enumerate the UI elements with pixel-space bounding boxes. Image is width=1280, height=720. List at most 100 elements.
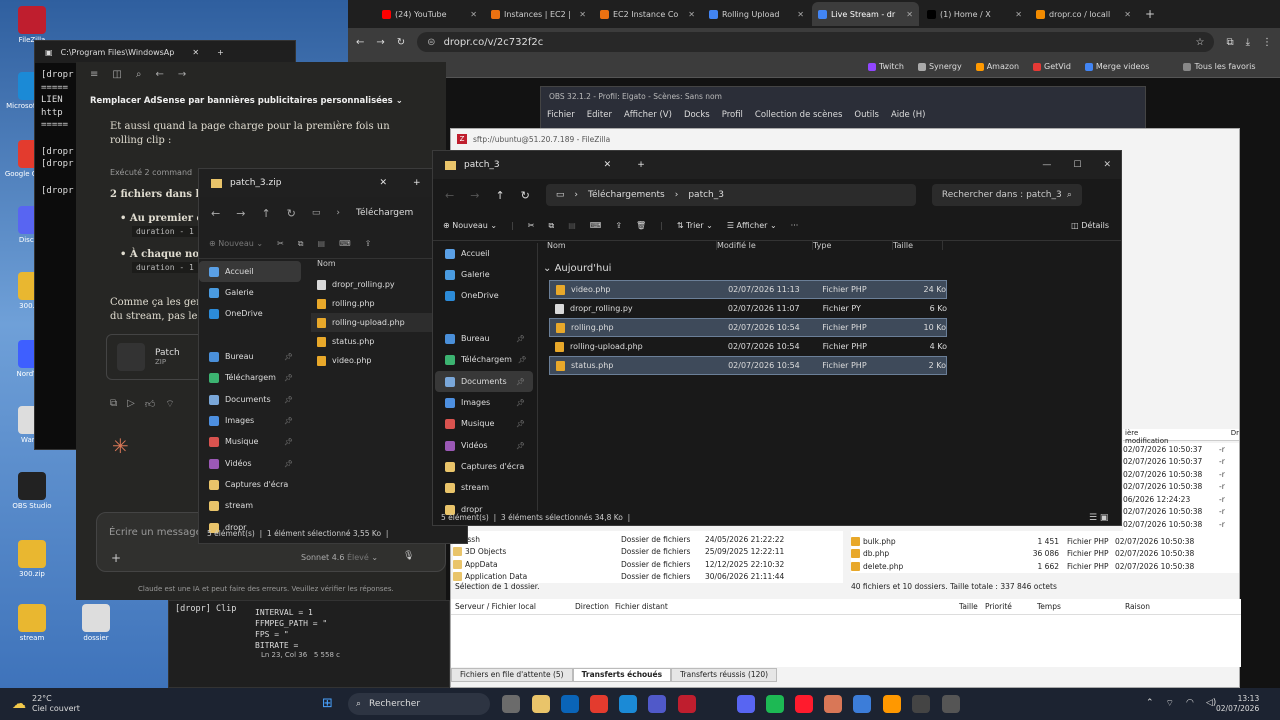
cut-icon[interactable]: ✂ xyxy=(528,221,535,230)
sidebar-item[interactable]: Vidéos 📌︎ xyxy=(199,453,301,474)
sort-button[interactable]: ⇅ Trier ⌄ xyxy=(677,221,713,230)
file-row[interactable]: rolling.php 02/07/2026 10:54 Fichier PHP 10… xyxy=(549,318,947,337)
remote-row[interactable]: 02/07/2026 10:50:37 -r xyxy=(1123,443,1239,456)
obs-menu-item[interactable]: Profil xyxy=(722,110,743,120)
close-icon[interactable]: ✕ xyxy=(192,48,199,57)
queue-column-header[interactable]: Temps xyxy=(1037,602,1061,611)
breadcrumb[interactable]: ▭ › Téléchargements › patch_3 xyxy=(545,184,916,206)
download-icon[interactable]: ⤓ xyxy=(1246,37,1250,48)
sidebar-item[interactable]: Galerie xyxy=(199,282,301,303)
sidebar-item[interactable]: Images 📌︎ xyxy=(199,410,301,431)
bookmark-item[interactable]: Twitch xyxy=(868,62,904,71)
copy-icon[interactable]: ⧉ xyxy=(298,239,304,249)
file-row[interactable]: video.php 02/07/2026 11:13 Fichier PHP 24 K… xyxy=(549,280,947,299)
menu-icon[interactable]: ≡ xyxy=(90,69,98,80)
message-input[interactable]: Écrire un message xyxy=(109,527,202,538)
crumb-downloads[interactable]: Téléchargements xyxy=(588,190,665,200)
chevron-up-icon[interactable]: ⌃ xyxy=(1146,698,1154,709)
obs-menu-item[interactable]: Afficher (V) xyxy=(624,110,672,120)
forward-icon[interactable]: → xyxy=(376,37,384,48)
discord-icon[interactable] xyxy=(737,695,755,713)
queue-column-header[interactable]: Serveur / Fichier local xyxy=(455,602,536,611)
desktop-icon[interactable]: dossier xyxy=(66,604,126,642)
back-icon[interactable]: ← xyxy=(155,69,163,80)
back-icon[interactable]: ← xyxy=(445,189,454,202)
new-tab-icon[interactable]: + xyxy=(413,178,421,188)
bookmark-item[interactable]: Tous les favoris xyxy=(1183,62,1256,71)
copy-icon[interactable]: ⧉ xyxy=(548,221,554,231)
weather-widget[interactable]: ☁ 22°C Ciel couvert xyxy=(12,694,80,714)
more-icon[interactable]: ··· xyxy=(791,221,799,230)
spotify-icon[interactable] xyxy=(766,695,784,713)
obs-menu-item[interactable]: Outils xyxy=(854,110,879,120)
exec-note[interactable]: Exécuté 2 command xyxy=(110,168,192,177)
desktop-icon[interactable]: stream xyxy=(2,604,62,642)
zip-breadcrumb[interactable]: Téléchargem xyxy=(356,208,413,218)
up-icon[interactable]: ↑ xyxy=(495,189,504,202)
bookmark-item[interactable]: Synergy xyxy=(917,62,962,71)
queue-column-header[interactable]: Priorité xyxy=(985,602,1012,611)
forward-icon[interactable]: → xyxy=(178,69,186,80)
zip-col-name[interactable]: Nom xyxy=(317,259,336,268)
remote-row[interactable]: 02/07/2026 10:50:37 -r xyxy=(1123,456,1239,469)
extensions-icon[interactable]: ⧉ xyxy=(1226,37,1233,48)
thumbs-down-icon[interactable]: ⌔ xyxy=(165,398,174,411)
copy-icon[interactable]: ⧉ xyxy=(110,398,117,411)
model-selector[interactable]: Sonnet 4.6 Élevé ⌄ xyxy=(301,553,378,562)
refresh-icon[interactable]: ↻ xyxy=(287,207,296,220)
sidebar-item[interactable]: Captures d'écra xyxy=(435,456,533,477)
conversation-title[interactable]: Remplacer AdSense par bannières publicit… xyxy=(76,86,446,106)
sidebar-item[interactable]: Accueil xyxy=(199,261,301,282)
filezilla-icon[interactable] xyxy=(678,695,696,713)
new-button[interactable]: ⊕ Nouveau ⌄ xyxy=(443,221,497,230)
queue-tab[interactable]: Fichiers en file d'attente (5) xyxy=(451,668,573,682)
share-icon[interactable]: ⇪ xyxy=(615,221,622,230)
obs-menu-item[interactable]: Fichier xyxy=(547,110,575,120)
browser-tab[interactable]: Instances | EC2 | ✕ xyxy=(485,2,592,26)
queue-column-header[interactable]: Taille xyxy=(959,602,978,611)
close-tab-icon[interactable]: ✕ xyxy=(1124,10,1131,19)
retry-icon[interactable]: ▷ xyxy=(127,398,135,411)
browser-tab[interactable]: (24) YouTube ✕ xyxy=(376,2,483,26)
queue-column-header[interactable]: Fichier distant xyxy=(615,602,668,611)
paste-icon[interactable]: ▤ xyxy=(318,239,326,248)
sidebar-item[interactable]: stream xyxy=(199,495,301,516)
queue-tab[interactable]: Transferts échoués xyxy=(572,668,672,682)
remote-row[interactable]: 02/07/2026 10:50:38 -r xyxy=(1123,468,1239,481)
explorer-tab-title[interactable]: patch_3 xyxy=(464,160,500,170)
close-icon[interactable]: ✕ xyxy=(1103,160,1111,170)
local-file-row[interactable]: 3D Objects Dossier de fichiers 25/09/2025 … xyxy=(453,546,843,559)
chrome-icon[interactable] xyxy=(590,695,608,713)
search-box[interactable]: Rechercher dans : patch_3 ⌕ xyxy=(931,184,1082,206)
browser-tab[interactable]: Rolling Upload ✕ xyxy=(703,2,810,26)
close-tab-icon[interactable]: ✕ xyxy=(470,10,477,19)
obs-menu-item[interactable]: Collection de scènes xyxy=(755,110,842,120)
opera-icon[interactable] xyxy=(795,695,813,713)
new-button[interactable]: ⊕ Nouveau ⌄ xyxy=(209,239,263,248)
queue-column-header[interactable]: Raison xyxy=(1125,602,1150,611)
delete-icon[interactable]: 🗑︎ xyxy=(636,221,646,230)
close-icon[interactable]: ✕ xyxy=(379,178,387,188)
browser-tab[interactable]: (1) Home / X ✕ xyxy=(921,2,1028,26)
forward-icon[interactable]: → xyxy=(236,207,245,220)
new-tab-icon[interactable]: + xyxy=(217,48,224,57)
local-file-row[interactable]: AppData Dossier de fichiers 12/12/2025 22:… xyxy=(453,558,843,571)
sidebar-icon[interactable]: ◫ xyxy=(112,69,121,80)
sidebar-item[interactable]: Téléchargem 📌︎ xyxy=(199,367,301,388)
column-header[interactable]: Modifié le xyxy=(717,241,813,250)
remote-row[interactable]: 02/07/2026 10:50:38 -r xyxy=(1123,506,1239,519)
remote-row[interactable]: 06/2026 12:24:23 -r xyxy=(1123,493,1239,506)
remote-file-row[interactable]: bulk.php 1 451 Fichier PHP 02/07/2026 10:50… xyxy=(851,535,1239,548)
edge-icon[interactable] xyxy=(619,695,637,713)
remote-file-row[interactable]: db.php 36 086 Fichier PHP 02/07/2026 10:50:… xyxy=(851,548,1239,561)
maximize-icon[interactable]: ☐ xyxy=(1073,160,1081,170)
bookmark-item[interactable]: Merge videos xyxy=(1084,62,1149,71)
cut-icon[interactable]: ✂ xyxy=(277,239,284,248)
start-icon[interactable]: ⊞ xyxy=(322,696,333,711)
browser-tab[interactable]: dropr.co / locall ✕ xyxy=(1030,2,1137,26)
view-button[interactable]: ☰ Afficher ⌄ xyxy=(727,221,777,230)
back-icon[interactable]: ← xyxy=(356,37,364,48)
desktop-icon[interactable]: FileZilla xyxy=(2,6,62,44)
thumbs-up-icon[interactable]: 👍︎ xyxy=(145,398,155,411)
up-icon[interactable]: ↑ xyxy=(261,207,270,220)
